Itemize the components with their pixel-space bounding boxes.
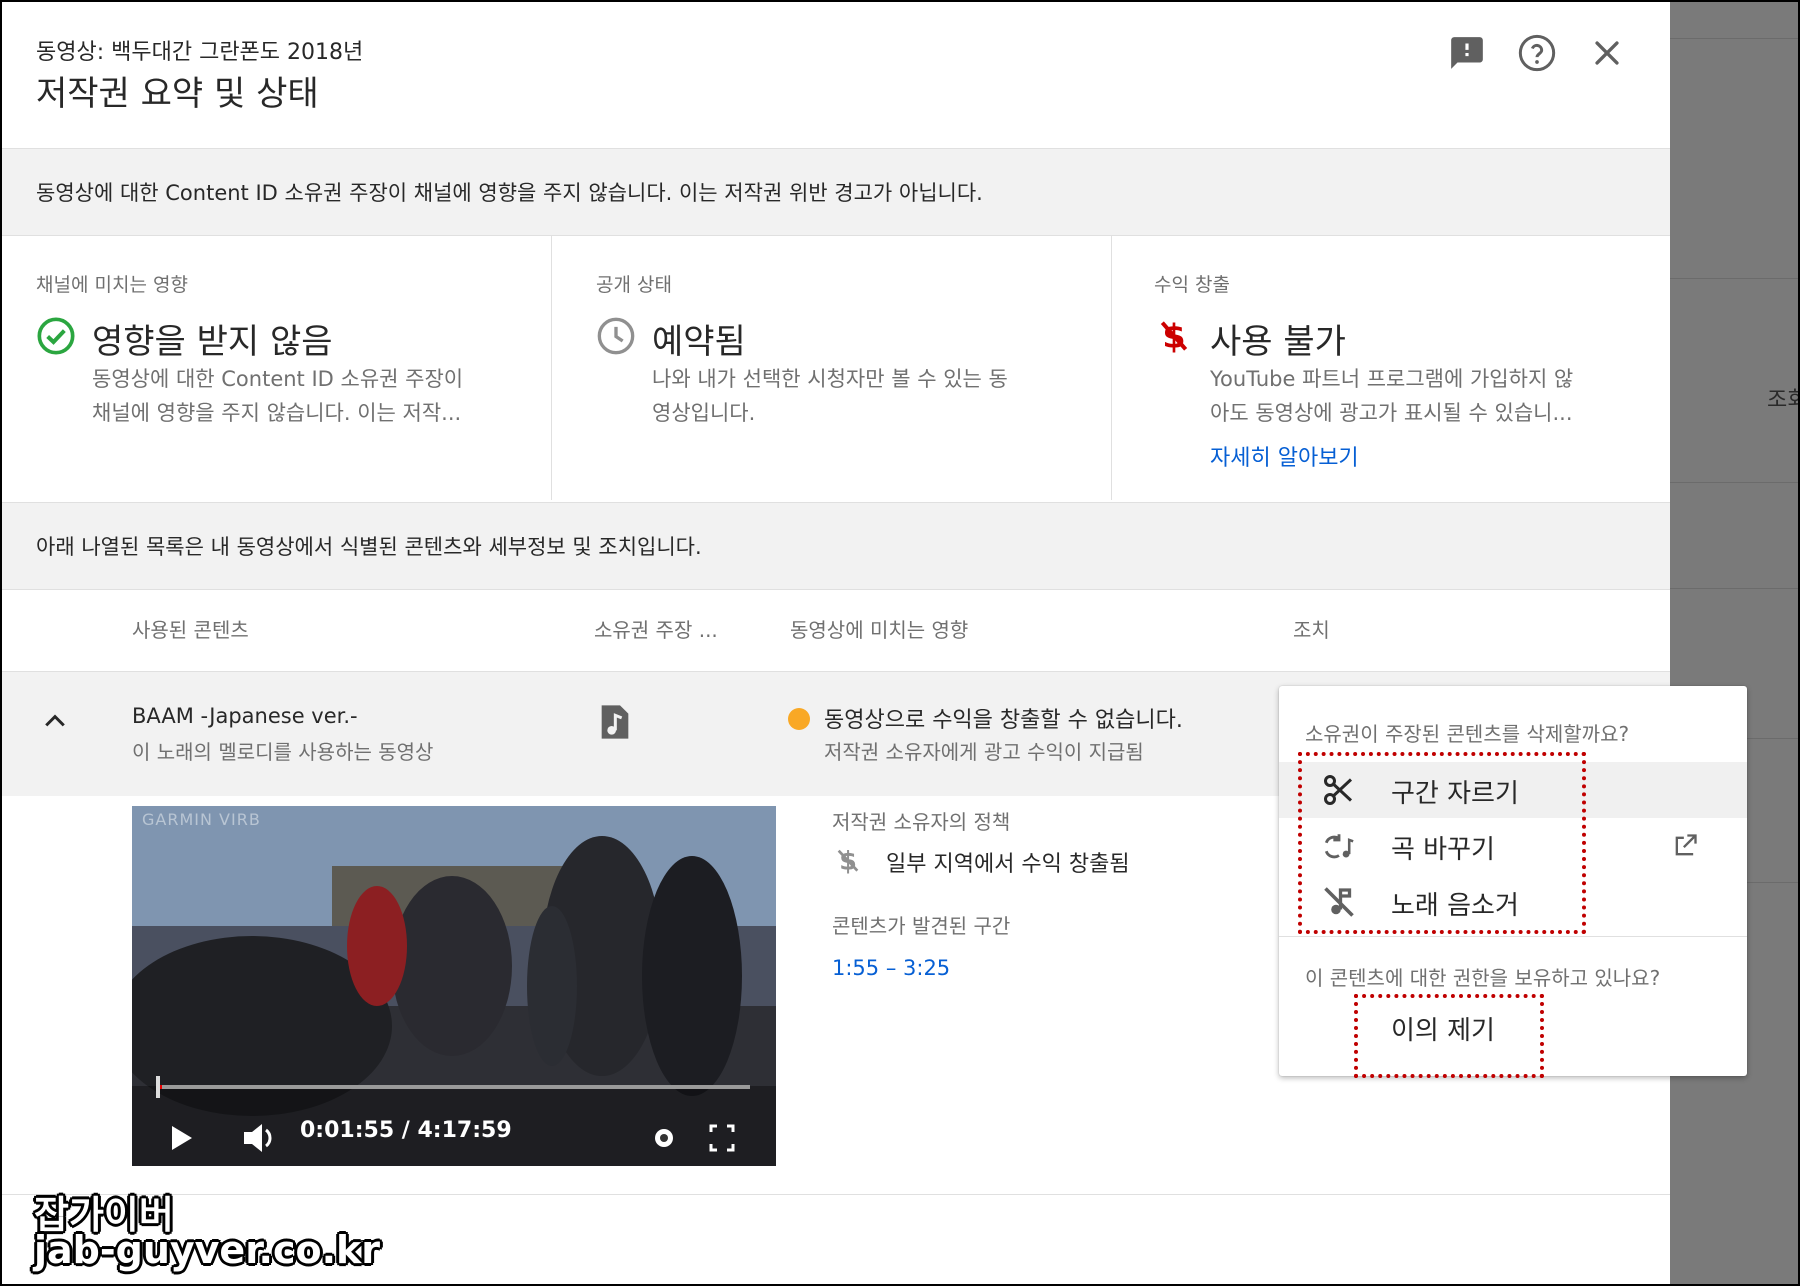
claim-notice-band: 동영상에 대한 Content ID 소유권 주장이 채널에 영향을 주지 않습… — [2, 148, 1670, 236]
monetization-card: 수익 창출 $ 사용 불가 YouTube 파트너 프로그램에 가입하지 않 아… — [1112, 236, 1670, 500]
highlight-box-actions — [1298, 752, 1586, 934]
list-notice-text: 아래 나열된 목록은 내 동영상에서 식별된 콘텐츠와 세부정보 및 조치입니다… — [36, 535, 702, 559]
divider — [2, 1194, 1670, 1195]
highlight-box-dispute — [1354, 994, 1544, 1078]
column-header-content[interactable]: 사용된 콘텐츠 — [132, 614, 249, 643]
help-button[interactable] — [1516, 32, 1558, 74]
screenshot-frame: 조회 동영상: 백두대간 그란폰도 2018년 저작권 요약 및 상태 동영상에… — [0, 0, 1800, 1286]
policy-value: 일부 지역에서 수익 창출됨 — [886, 852, 1130, 877]
no-monetization-icon: $ — [1160, 317, 1188, 356]
feedback-button[interactable] — [1446, 32, 1488, 74]
segment-label: 콘텐츠가 발견된 구간 — [832, 914, 1011, 938]
collapse-button[interactable] — [40, 706, 70, 740]
card-description: 동영상에 대한 Content ID 소유권 주장이 채널에 영향을 주지 않습… — [92, 362, 522, 430]
column-header-actions[interactable]: 조치 — [1293, 614, 1330, 643]
check-circle-icon — [37, 317, 75, 355]
claim-content-title: BAAM -Japanese ver.- — [132, 704, 358, 728]
claim-notice-text: 동영상에 대한 Content ID 소유권 주장이 채널에 영향을 주지 않습… — [36, 181, 983, 205]
feedback-icon — [1451, 37, 1483, 69]
channel-impact-card: 채널에 미치는 영향 영향을 받지 않음 동영상에 대한 Content ID … — [2, 236, 551, 500]
claim-content-subtitle: 이 노래의 멜로디를 사용하는 동영상 — [132, 740, 434, 764]
card-description: 나와 내가 선택한 시청자만 볼 수 있는 동 영상입니다. — [652, 362, 1082, 430]
video-frame — [132, 806, 776, 1166]
impact-status-dot — [788, 708, 810, 730]
chevron-up-icon — [45, 714, 65, 727]
column-header-impact[interactable]: 동영상에 미치는 영향 — [790, 614, 968, 643]
copyright-dialog: 동영상: 백두대간 그란폰도 2018년 저작권 요약 및 상태 동영상에 대한… — [2, 2, 1747, 1284]
help-icon — [1518, 34, 1556, 72]
segment-value[interactable]: 1:55 – 3:25 — [832, 956, 950, 980]
close-icon — [1595, 41, 1619, 65]
background-views-label: 조회 — [1767, 388, 1798, 413]
site-watermark-url: jab-guyver.co.kr — [34, 1228, 381, 1272]
rights-question: 이 콘텐츠에 대한 권한을 보유하고 있나요? — [1305, 966, 1661, 990]
card-title: 영향을 받지 않음 — [92, 322, 333, 362]
video-title: 동영상: 백두대간 그란폰도 2018년 — [36, 40, 364, 65]
card-desc-line: YouTube 파트너 프로그램에 가입하지 않 — [1210, 367, 1574, 391]
card-label: 채널에 미치는 영향 — [36, 274, 188, 296]
card-desc-line: 채널에 영향을 주지 않습니다. 이는 저작... — [92, 401, 462, 425]
divider — [1279, 936, 1747, 937]
monetized-regions-icon: $ — [832, 844, 864, 880]
card-title: 사용 불가 — [1210, 322, 1346, 362]
card-desc-line: 나와 내가 선택한 시청자만 볼 수 있는 동 — [652, 367, 1008, 391]
impact-description: 저작권 소유자에게 광고 수익이 지급됨 — [824, 740, 1144, 764]
card-description: YouTube 파트너 프로그램에 가입하지 않 아도 동영상에 광고가 표시될… — [1210, 362, 1640, 430]
card-label: 수익 창출 — [1154, 274, 1230, 296]
camera-watermark: GARMIN VIRB — [142, 810, 261, 829]
learn-more-link[interactable]: 자세히 알아보기 — [1210, 440, 1359, 472]
close-button[interactable] — [1586, 32, 1628, 74]
visibility-card: 공개 상태 예약됨 나와 내가 선택한 시청자만 볼 수 있는 동 영상입니다. — [552, 236, 1111, 500]
column-header-claim[interactable]: 소유권 주장 ... — [594, 614, 718, 643]
remove-question: 소유권이 주장된 콘텐츠를 삭제할까요? — [1305, 722, 1630, 746]
card-desc-line: 아도 동영상에 광고가 표시될 수 있습니... — [1210, 401, 1573, 425]
card-desc-line: 영상입니다. — [652, 401, 756, 425]
music-note-icon — [598, 702, 632, 746]
video-time: 0:01:55 / 4:17:59 — [300, 1118, 512, 1143]
card-desc-line: 동영상에 대한 Content ID 소유권 주장이 — [92, 367, 464, 391]
background-page — [1670, 2, 1798, 1284]
policy-label: 저작권 소유자의 정책 — [832, 810, 1011, 834]
card-title: 예약됨 — [652, 322, 746, 362]
card-label: 공개 상태 — [596, 274, 672, 296]
list-notice-band: 아래 나열된 목록은 내 동영상에서 식별된 콘텐츠와 세부정보 및 조치입니다… — [2, 502, 1670, 590]
video-player[interactable]: GARMIN VIRB 0:01:55 / 4:17:59 — [132, 806, 776, 1166]
clock-icon — [597, 317, 635, 355]
impact-title: 동영상으로 수익을 창출할 수 없습니다. — [824, 708, 1183, 733]
dialog-title: 저작권 요약 및 상태 — [36, 74, 319, 114]
external-link-icon — [1675, 834, 1697, 856]
